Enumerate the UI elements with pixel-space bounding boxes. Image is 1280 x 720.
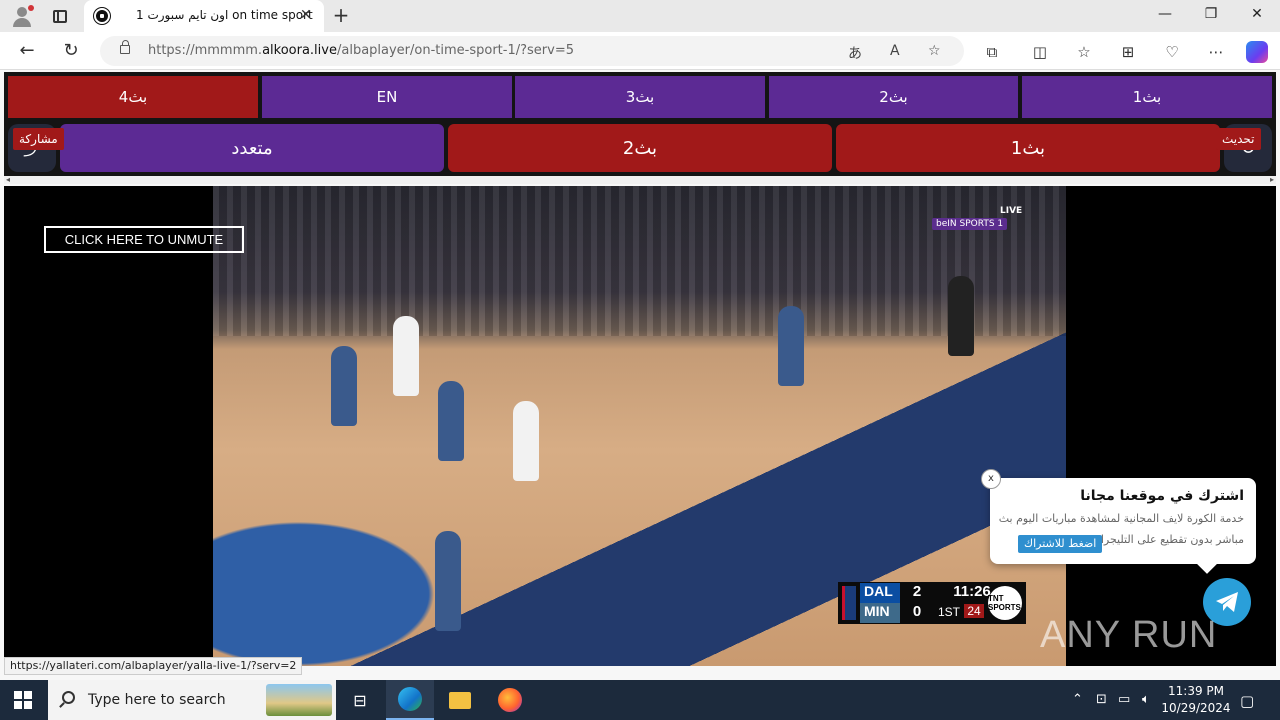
copilot-icon[interactable]: [1246, 41, 1268, 63]
new-tab-button[interactable]: +: [330, 4, 352, 26]
player-figure: [778, 306, 804, 386]
team2-abbr: MIN: [860, 603, 900, 623]
windows-taskbar: Type here to search ⊟ ⌃ ⊡ ▭ 🔈︎ 11:39 PM …: [0, 680, 1280, 720]
clock-date: 10/29/2024: [1161, 701, 1231, 715]
shot-clock: 24: [964, 604, 984, 618]
restore-button[interactable]: ❐: [1188, 6, 1234, 22]
page-content: بث4 EN بث3 بث2 بث1 ⤴ متعدد بث2 بث1 ↻ مشا…: [0, 70, 1280, 680]
profile-icon[interactable]: [8, 4, 36, 28]
referee-figure: [948, 276, 974, 356]
server-selector: بث4 EN بث3 بث2 بث1 ⤴ متعدد بث2 بث1 ↻ مشا…: [4, 72, 1276, 178]
browser-tab-active[interactable]: اون تايم سبورت 1 on time sport ✕: [84, 0, 324, 32]
browser-tab-bar: اون تايم سبورت 1 on time sport ✕ + — ❐ ✕: [0, 0, 1280, 32]
team1-abbr: DAL: [860, 583, 900, 603]
read-aloud-icon[interactable]: A: [890, 43, 900, 59]
player-figure: [438, 381, 464, 461]
subscribe-popup: اشترك في موقعنا مجانا خدمة الكورة لايف ا…: [990, 478, 1256, 574]
search-highlight-image[interactable]: [266, 684, 332, 716]
stream-button-1[interactable]: بث1: [836, 124, 1220, 172]
subscribe-button[interactable]: اضغط للاشتراك: [1018, 535, 1103, 553]
refresh-label[interactable]: تحديث: [1216, 128, 1261, 150]
player-figure: [435, 531, 461, 631]
translate-icon[interactable]: あ: [848, 43, 862, 63]
search-placeholder: Type here to search: [88, 692, 226, 708]
server-button-3[interactable]: بث3: [515, 76, 765, 118]
player-figure: [513, 401, 539, 481]
edge-taskbar-icon[interactable]: [386, 680, 434, 720]
popup-title: اشترك في موقعنا مجانا: [1080, 488, 1244, 504]
team1-score: 2: [912, 583, 922, 600]
browser-nav-bar: ← ↻ https://mmmmm.alkoora.live/albaplaye…: [0, 32, 1280, 70]
network-icon[interactable]: ▭: [1118, 692, 1130, 707]
close-window-button[interactable]: ✕: [1234, 6, 1280, 22]
share-label[interactable]: مشاركة: [13, 128, 64, 150]
tray-device-icon[interactable]: ⊡: [1096, 692, 1107, 707]
split-screen-icon[interactable]: ◫: [1030, 42, 1050, 62]
windows-start-icon[interactable]: [14, 691, 32, 709]
search-icon: [62, 691, 75, 704]
favorites-icon[interactable]: ☆: [1074, 42, 1094, 62]
tab-title: اون تايم سبورت 1 on time sport: [136, 8, 313, 22]
team2-score: 0: [912, 603, 922, 620]
collections-icon[interactable]: ⊞: [1118, 42, 1138, 62]
unmute-button[interactable]: CLICK HERE TO UNMUTE: [44, 226, 244, 253]
game-period: 1ST: [938, 605, 961, 619]
extensions-icon[interactable]: ⧉: [982, 42, 1002, 62]
channel-name: beIN SPORTS 1: [932, 218, 1008, 230]
volume-icon[interactable]: 🔈︎: [1142, 692, 1150, 707]
popup-close-button[interactable]: x: [981, 469, 1001, 489]
clock-time: 11:39 PM: [1168, 684, 1224, 698]
browser-essentials-icon[interactable]: ♡: [1162, 42, 1182, 62]
notification-icon[interactable]: ▢: [1240, 692, 1254, 710]
video-player[interactable]: CLICK HERE TO UNMUTE LIVE beIN SPORTS 1 …: [4, 186, 1276, 666]
back-button[interactable]: ←: [16, 40, 38, 62]
status-bar-url: https://yallateri.com/albaplayer/yalla-l…: [4, 657, 303, 675]
anyrun-watermark: ANY RUN: [1040, 614, 1218, 656]
server-button-2[interactable]: بث2: [769, 76, 1018, 118]
horizontal-scrollbar[interactable]: ◂ ▸: [4, 175, 1276, 184]
reload-button[interactable]: ↻: [60, 40, 82, 62]
url-text[interactable]: https://mmmmm.alkoora.live/albaplayer/on…: [148, 43, 574, 58]
server-button-en[interactable]: EN: [262, 76, 512, 118]
live-label: LIVE: [1000, 206, 1023, 216]
address-bar[interactable]: https://mmmmm.alkoora.live/albaplayer/on…: [100, 36, 964, 66]
tray-overflow-icon[interactable]: ⌃: [1072, 692, 1083, 707]
scoreboard: DAL MIN 2 0 11:26 1ST 24 TNT SPORTS: [838, 582, 1026, 624]
server-button-1[interactable]: بث1: [1022, 76, 1272, 118]
taskbar-clock[interactable]: 11:39 PM 10/29/2024: [1160, 683, 1232, 717]
task-view-icon[interactable]: ⊟: [336, 680, 384, 720]
lock-icon: [120, 40, 130, 54]
stream-button-2[interactable]: بث2: [448, 124, 832, 172]
tab-close-icon[interactable]: ✕: [300, 7, 312, 23]
player-figure: [393, 316, 419, 396]
taskbar-search[interactable]: Type here to search: [48, 680, 336, 720]
minimize-button[interactable]: —: [1142, 6, 1188, 22]
file-explorer-icon[interactable]: [436, 680, 484, 720]
more-menu-icon[interactable]: ⋯: [1206, 42, 1226, 62]
crowd-background: [213, 186, 1066, 336]
multi-stream-button[interactable]: متعدد: [60, 124, 444, 172]
firefox-icon[interactable]: [486, 680, 534, 720]
server-button-4[interactable]: بث4: [8, 76, 258, 118]
network-logo: TNT SPORTS: [988, 586, 1022, 620]
tab-actions-icon[interactable]: [46, 4, 74, 28]
favorite-star-icon[interactable]: ☆: [928, 43, 941, 59]
nba-logo-icon: [842, 586, 856, 620]
soccer-ball-icon: [94, 8, 110, 24]
player-figure: [331, 346, 357, 426]
